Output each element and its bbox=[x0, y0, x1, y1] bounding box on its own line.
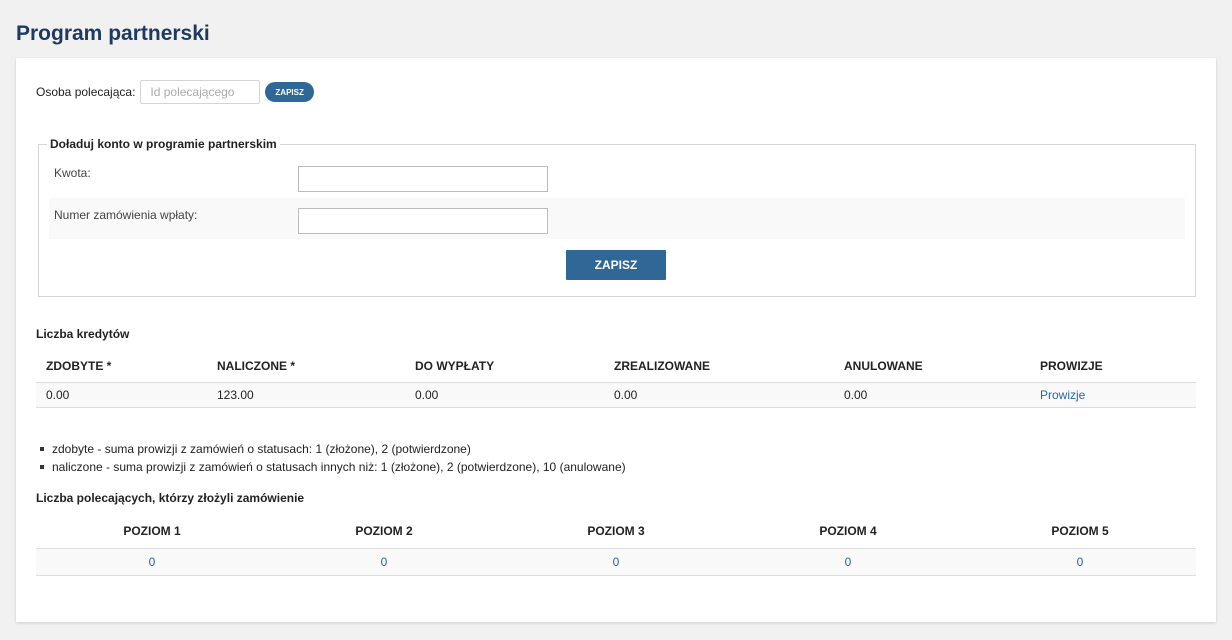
cancelled-value: 0.00 bbox=[834, 382, 1030, 408]
amount-row: Kwota: bbox=[49, 156, 1185, 197]
amount-label: Kwota: bbox=[54, 166, 91, 180]
referral-levels-table: POZIOM 1 POZIOM 2 POZIOM 3 POZIOM 4 POZI… bbox=[36, 514, 1196, 576]
level-4-count-link[interactable]: 0 bbox=[845, 555, 852, 569]
earned-value: 0.00 bbox=[36, 382, 207, 408]
order-number-input[interactable] bbox=[298, 208, 548, 234]
header-accrued: NALICZONE * bbox=[207, 350, 405, 383]
level-4-cell: 0 bbox=[732, 548, 964, 576]
legend-notes: zdobyte - suma prowizji z zamówień o sta… bbox=[36, 440, 626, 476]
referrer-save-button[interactable]: ZAPISZ bbox=[265, 82, 314, 102]
commissions-link[interactable]: Prowizje bbox=[1040, 388, 1085, 402]
referrals-title: Liczba polecających, którzy złożyli zamó… bbox=[36, 491, 305, 505]
realized-value: 0.00 bbox=[604, 382, 834, 408]
header-level-1: POZIOM 1 bbox=[36, 514, 268, 549]
level-3-cell: 0 bbox=[500, 548, 732, 576]
level-1-cell: 0 bbox=[36, 548, 268, 576]
referrer-label: Osoba polecająca: bbox=[36, 85, 136, 99]
accrued-value: 123.00 bbox=[207, 382, 405, 408]
header-cancelled: ANULOWANE bbox=[834, 350, 1030, 383]
header-commissions: PROWIZJE bbox=[1030, 350, 1196, 383]
header-earned: ZDOBYTE * bbox=[36, 350, 207, 383]
header-level-2: POZIOM 2 bbox=[268, 514, 500, 549]
credits-title: Liczba kredytów bbox=[36, 327, 130, 341]
level-5-cell: 0 bbox=[964, 548, 1196, 576]
table-row: 0.00 123.00 0.00 0.00 0.00 Prowizje bbox=[36, 382, 1196, 408]
list-item: zdobyte - suma prowizji z zamówień o sta… bbox=[36, 440, 626, 458]
credits-header-row: ZDOBYTE * NALICZONE * DO WYPŁATY ZREALIZ… bbox=[36, 350, 1196, 383]
main-panel: Osoba polecająca: ZAPISZ Doładuj konto w… bbox=[16, 58, 1216, 622]
level-3-count-link[interactable]: 0 bbox=[613, 555, 620, 569]
order-number-label: Numer zamówienia wpłaty: bbox=[54, 208, 198, 222]
topup-legend: Doładuj konto w programie partnerskim bbox=[47, 137, 280, 151]
commissions-cell: Prowizje bbox=[1030, 382, 1196, 408]
levels-header-row: POZIOM 1 POZIOM 2 POZIOM 3 POZIOM 4 POZI… bbox=[36, 514, 1196, 549]
level-1-count-link[interactable]: 0 bbox=[149, 555, 156, 569]
header-payable: DO WYPŁATY bbox=[405, 350, 604, 383]
order-number-row: Numer zamówienia wpłaty: bbox=[49, 198, 1185, 239]
header-realized: ZREALIZOWANE bbox=[604, 350, 834, 383]
level-2-count-link[interactable]: 0 bbox=[381, 555, 388, 569]
topup-fieldset: Doładuj konto w programie partnerskim Kw… bbox=[38, 137, 1196, 297]
level-5-count-link[interactable]: 0 bbox=[1077, 555, 1084, 569]
credits-table: ZDOBYTE * NALICZONE * DO WYPŁATY ZREALIZ… bbox=[36, 350, 1196, 408]
header-level-3: POZIOM 3 bbox=[500, 514, 732, 549]
payable-value: 0.00 bbox=[405, 382, 604, 408]
page-title: Program partnerski bbox=[16, 22, 210, 45]
level-2-cell: 0 bbox=[268, 548, 500, 576]
list-item: naliczone - suma prowizji z zamówień o s… bbox=[36, 458, 626, 476]
amount-input[interactable] bbox=[298, 166, 548, 192]
header-level-4: POZIOM 4 bbox=[732, 514, 964, 549]
referrer-row: Osoba polecająca: ZAPISZ bbox=[36, 79, 314, 105]
referrer-id-input[interactable] bbox=[140, 80, 261, 104]
header-level-5: POZIOM 5 bbox=[964, 514, 1196, 549]
topup-save-button[interactable]: ZAPISZ bbox=[566, 250, 666, 280]
table-row: 0 0 0 0 0 bbox=[36, 548, 1196, 576]
